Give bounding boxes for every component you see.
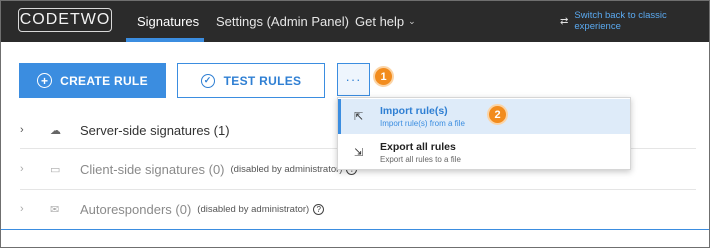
menu-item-title: Import rule(s) xyxy=(380,105,448,117)
menu-item-import-rules[interactable]: ⇱ Import rule(s) Import rule(s) from a f… xyxy=(338,99,630,134)
section-label: Server-side signatures (1) xyxy=(80,122,230,138)
ellipsis-icon: ··· xyxy=(345,72,362,87)
check-circle-icon: ✓ xyxy=(200,73,215,88)
more-options-menu: ⇱ Import rule(s) Import rule(s) from a f… xyxy=(337,97,631,170)
more-options-button[interactable]: ··· xyxy=(337,63,370,96)
chevron-down-icon: ⌄ xyxy=(408,15,416,26)
disabled-note: (disabled by administrator) xyxy=(230,163,343,175)
chevron-right-icon[interactable]: › xyxy=(20,124,34,136)
help-icon[interactable]: ? xyxy=(313,203,325,215)
menu-item-export-rules[interactable]: ⇲ Export all rules Export all rules to a… xyxy=(338,135,630,170)
create-rule-button[interactable]: + CREATE RULE xyxy=(19,63,166,98)
active-tab-indicator xyxy=(126,38,204,42)
file-export-icon: ⇲ xyxy=(354,147,364,159)
top-navigation-bar: CODETWO Signatures Settings (Admin Panel… xyxy=(0,0,710,42)
codetwo-logo[interactable]: CODETWO xyxy=(18,8,112,32)
switch-classic-label: Switch back to classic experience xyxy=(574,10,667,32)
nav-tab-settings-label: Settings (Admin Panel) xyxy=(216,13,349,29)
test-rules-button[interactable]: ✓ TEST RULES xyxy=(177,63,325,98)
switch-classic-link[interactable]: ⇄ Switch back to classic experience xyxy=(560,0,710,42)
file-import-icon: ⇱ xyxy=(354,111,364,123)
step-badge-1: 1 xyxy=(373,66,394,87)
step-badge-2: 2 xyxy=(487,104,508,125)
menu-item-subtitle: Export all rules to a file xyxy=(380,155,461,164)
chevron-right-icon[interactable]: › xyxy=(20,203,34,215)
nav-tab-signatures[interactable]: Signatures xyxy=(137,0,199,42)
nav-tab-signatures-label: Signatures xyxy=(137,13,200,29)
divider xyxy=(20,189,696,190)
plus-circle-icon: + xyxy=(37,73,53,88)
menu-item-title: Export all rules xyxy=(380,141,456,153)
disabled-note: (disabled by administrator) xyxy=(197,203,310,215)
bottom-accent-line xyxy=(0,229,710,230)
swap-arrows-icon: ⇄ xyxy=(560,15,569,27)
section-label: Autoresponders (0) xyxy=(80,201,192,217)
test-rules-label: TEST RULES xyxy=(223,73,302,88)
monitor-icon: ▭ xyxy=(50,163,61,176)
nav-get-help-label: Get help xyxy=(355,13,405,29)
create-rule-label: CREATE RULE xyxy=(60,73,148,88)
section-autoresponders[interactable]: › ✉ Autoresponders (0) (disabled by admi… xyxy=(20,191,680,227)
mail-reply-icon: ✉ xyxy=(50,203,60,216)
section-label: Client-side signatures (0) xyxy=(80,161,225,177)
menu-item-subtitle: Import rule(s) from a file xyxy=(380,119,465,128)
nav-tab-settings[interactable]: Settings (Admin Panel) xyxy=(216,0,349,42)
chevron-right-icon[interactable]: › xyxy=(20,163,34,175)
cloud-icon: ☁ xyxy=(50,124,61,137)
nav-get-help-menu[interactable]: Get help ⌄ xyxy=(355,0,416,42)
